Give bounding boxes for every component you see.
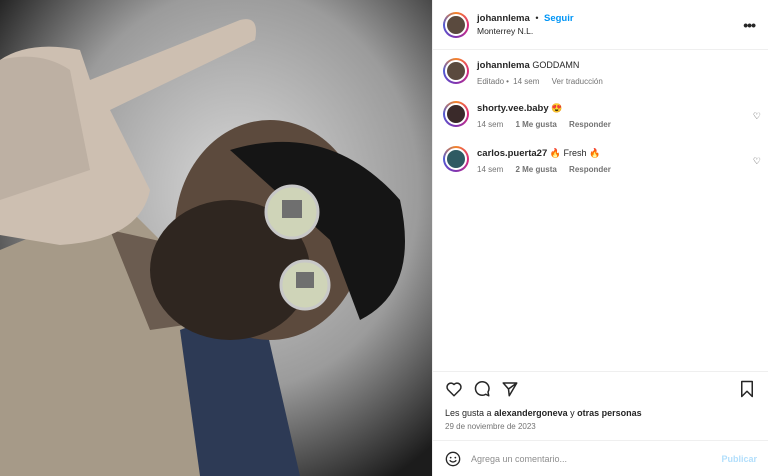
- comment-username[interactable]: shorty.vee.baby: [477, 103, 549, 114]
- comment-likes[interactable]: 1 Me gusta: [515, 120, 556, 129]
- comment-text: 😍: [551, 103, 563, 113]
- post-location[interactable]: Monterrey N.L.: [477, 25, 574, 38]
- translate-link[interactable]: Ver traducción: [552, 77, 603, 86]
- caption-avatar[interactable]: [443, 58, 469, 84]
- post-header: johannlema • Seguir Monterrey N.L. •••: [433, 0, 768, 50]
- liked-by-others[interactable]: otras personas: [577, 408, 642, 418]
- liked-by-user[interactable]: alexandergoneva: [494, 408, 568, 418]
- bookmark-icon[interactable]: [739, 380, 755, 398]
- more-icon[interactable]: •••: [743, 17, 756, 33]
- comment-username[interactable]: carlos.puerta27: [477, 148, 547, 159]
- post-panel: johannlema • Seguir Monterrey N.L. ••• j…: [432, 0, 768, 476]
- liked-by: Les gusta a alexandergoneva y otras pers…: [445, 408, 642, 418]
- reply-button[interactable]: Responder: [569, 120, 611, 129]
- caption: johannlema GODDAMN Editado • 14 sem Ver t…: [443, 58, 763, 89]
- comment-like-icon[interactable]: ♡: [753, 156, 761, 167]
- comment-time: 14 sem: [477, 165, 504, 174]
- follow-button[interactable]: Seguir: [544, 13, 574, 24]
- commenter-avatar[interactable]: [443, 101, 469, 127]
- post-modal: johannlema • Seguir Monterrey N.L. ••• j…: [0, 0, 768, 476]
- add-comment-bar: Agrega un comentario... Publicar: [433, 440, 768, 476]
- comment-item: shorty.vee.baby 😍 14 sem 1 Me gusta Resp…: [443, 101, 763, 132]
- post-actions: Les gusta a alexandergoneva y otras pers…: [433, 371, 768, 476]
- comment-item: carlos.puerta27 🔥 Fresh 🔥 14 sem 2 Me gu…: [443, 146, 763, 177]
- comment-time: 14 sem: [477, 120, 504, 129]
- caption-username[interactable]: johannlema: [477, 60, 530, 71]
- author-username[interactable]: johannlema: [477, 13, 530, 24]
- caption-text: GODDAMN: [532, 60, 580, 70]
- publish-button[interactable]: Publicar: [721, 454, 757, 464]
- emoji-icon[interactable]: [445, 451, 461, 467]
- reply-button[interactable]: Responder: [569, 165, 611, 174]
- author-avatar[interactable]: [443, 11, 469, 38]
- post-photo[interactable]: [0, 0, 432, 476]
- comment-text: 🔥 Fresh 🔥: [549, 148, 601, 158]
- comment-likes[interactable]: 2 Me gusta: [515, 165, 556, 174]
- post-date: 29 de noviembre de 2023: [445, 422, 536, 431]
- liked-by-prefix: Les gusta a: [445, 408, 492, 418]
- add-comment-input[interactable]: Agrega un comentario...: [471, 454, 567, 464]
- comment-like-icon[interactable]: ♡: [753, 111, 761, 122]
- caption-edited: Editado: [477, 77, 505, 86]
- separator-dot: •: [535, 12, 539, 23]
- heart-icon[interactable]: [445, 380, 463, 398]
- caption-time: 14 sem: [513, 77, 540, 86]
- share-icon[interactable]: [501, 380, 519, 398]
- liked-by-suffix: y: [570, 408, 575, 418]
- comment-icon[interactable]: [473, 380, 491, 398]
- commenter-avatar[interactable]: [443, 146, 469, 172]
- photo-illustration: [0, 0, 432, 476]
